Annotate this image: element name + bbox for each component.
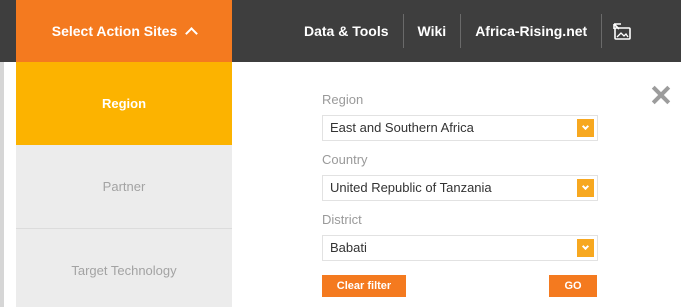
page-edge (0, 62, 4, 307)
select-action-sites-label: Select Action Sites (51, 23, 178, 39)
sidebar-item-region[interactable]: Region (16, 62, 232, 145)
close-icon[interactable] (652, 86, 670, 104)
country-select[interactable]: United Republic of Tanzania (322, 175, 598, 201)
clear-filter-button[interactable]: Clear filter (322, 275, 406, 297)
sidebar-item-partner[interactable]: Partner (16, 145, 232, 229)
country-label: Country (322, 152, 368, 167)
region-select-value: East and Southern Africa (330, 120, 474, 135)
nav-data-tools-label: Data & Tools (304, 23, 389, 39)
nav-wiki-label: Wiki (417, 23, 447, 39)
sidebar-item-target-technology[interactable]: Target Technology (16, 229, 232, 307)
chevron-down-icon (577, 239, 594, 257)
district-select[interactable]: Babati (322, 235, 598, 261)
sidebar-item-label: Target Technology (71, 263, 177, 278)
clear-filter-label: Clear filter (336, 280, 392, 292)
top-bar: Select Action Sites Data & Tools Wiki Af… (0, 0, 681, 62)
nav-wiki[interactable]: Wiki (404, 0, 461, 62)
country-select-value: United Republic of Tanzania (330, 180, 492, 195)
region-label: Region (322, 92, 364, 107)
fullscreen-button[interactable] (602, 0, 642, 62)
sidebar-item-label: Region (101, 96, 147, 111)
sidebar-item-label: Partner (102, 179, 146, 194)
chevron-down-icon (577, 119, 594, 137)
region-select[interactable]: East and Southern Africa (322, 115, 598, 141)
chevron-up-icon (185, 27, 199, 40)
chevron-down-icon (577, 179, 594, 197)
district-label: District (322, 212, 362, 227)
screen-icon (613, 23, 632, 40)
nav-africa-rising[interactable]: Africa-Rising.net (461, 0, 601, 62)
filter-sidebar: Region Partner Target Technology (16, 62, 232, 307)
nav-africa-rising-label: Africa-Rising.net (475, 23, 588, 39)
main-nav: Data & Tools Wiki Africa-Rising.net (290, 0, 642, 62)
nav-data-tools[interactable]: Data & Tools (290, 0, 403, 62)
select-action-sites-button[interactable]: Select Action Sites (16, 0, 232, 62)
filter-form: Region East and Southern Africa Country … (322, 90, 598, 270)
district-select-value: Babati (330, 240, 367, 255)
go-label: GO (564, 280, 582, 292)
go-button[interactable]: GO (549, 275, 597, 297)
